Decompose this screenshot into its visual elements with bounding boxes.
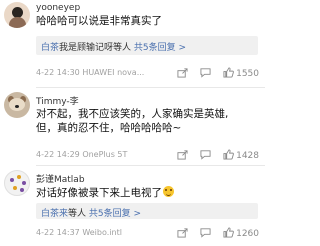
comment-actions: 1260 <box>168 227 259 241</box>
avatar[interactable] <box>4 2 30 28</box>
comment-icon[interactable] <box>200 149 211 163</box>
like-count: 1550 <box>236 69 259 79</box>
thumbs-up-icon[interactable] <box>223 67 234 81</box>
comment-username[interactable]: Timmy-李 <box>36 94 79 107</box>
comment-meta: 4-22 14:30 HUAWEI nova... <box>36 68 144 77</box>
share-icon[interactable] <box>177 149 188 163</box>
comment-username[interactable]: yooneyep <box>36 3 80 13</box>
comment-text-line: 但，真的忍不住，哈哈哈哈哈~ <box>36 122 182 134</box>
like-count: 1260 <box>236 229 259 239</box>
comment-text-body: 对话好像被录下来上电视了 <box>36 187 162 199</box>
comment-text: 对话好像被录下来上电视了 <box>36 186 174 200</box>
reply-username[interactable]: 白茶 <box>41 43 59 53</box>
reply-preview[interactable]: 白茶我是顾输记呀等人 共5条回复 > <box>36 36 258 55</box>
thumbs-up-icon[interactable] <box>223 149 234 163</box>
avatar[interactable] <box>4 92 30 118</box>
avatar[interactable] <box>4 170 30 196</box>
comment-text: 对不起，我不应该笑的，人家确实是英雄, 但，真的忍不住，哈哈哈哈哈~ <box>36 107 228 135</box>
reply-username[interactable]: 白茶来 <box>41 209 68 219</box>
reply-text: 我是顾输记呀等人 <box>59 43 132 53</box>
comment-meta: 4-22 14:37 Weibo.intl <box>36 228 122 237</box>
comment-actions: 1550 <box>168 67 259 81</box>
reply-count-link[interactable]: 共5条回复 > <box>134 43 186 53</box>
comment-username[interactable]: 彭谨Matlab <box>36 172 85 185</box>
comment-item: Timmy-李 对不起，我不应该笑的，人家确实是英雄, 但，真的忍不住，哈哈哈哈… <box>0 88 265 166</box>
reply-count-link[interactable]: 共5条回复 > <box>89 209 141 219</box>
comment-item: yooneyep 哈哈哈可以说是非常真实了 白茶我是顾输记呀等人 共5条回复 >… <box>0 0 265 88</box>
comment-time: 4-22 14:37 <box>36 228 80 237</box>
comment-device: OnePlus 5T <box>82 150 128 159</box>
thumbs-up-icon[interactable] <box>223 227 234 241</box>
comment-text: 哈哈哈可以说是非常真实了 <box>36 15 162 27</box>
comment-time: 4-22 14:30 <box>36 68 80 77</box>
comment-device: Weibo.intl <box>82 228 122 237</box>
comment-icon[interactable] <box>200 67 211 81</box>
comment-device: HUAWEI nova... <box>82 68 145 77</box>
share-icon[interactable] <box>177 227 188 241</box>
share-icon[interactable] <box>177 67 188 81</box>
comment-actions: 1428 <box>168 149 259 163</box>
comment-item: 彭谨Matlab 对话好像被录下来上电视了 白茶来等人 共5条回复 > 4-22… <box>0 166 265 246</box>
comment-meta: 4-22 14:29 OnePlus 5T <box>36 150 127 159</box>
like-count: 1428 <box>236 151 259 161</box>
comment-text-line: 对不起，我不应该笑的，人家确实是英雄, <box>36 108 229 120</box>
reply-text: 等人 <box>68 209 87 219</box>
comment-time: 4-22 14:29 <box>36 150 80 159</box>
comment-icon[interactable] <box>200 227 211 241</box>
reply-preview[interactable]: 白茶来等人 共5条回复 > <box>36 203 258 219</box>
laughing-emoji-icon <box>163 186 174 197</box>
